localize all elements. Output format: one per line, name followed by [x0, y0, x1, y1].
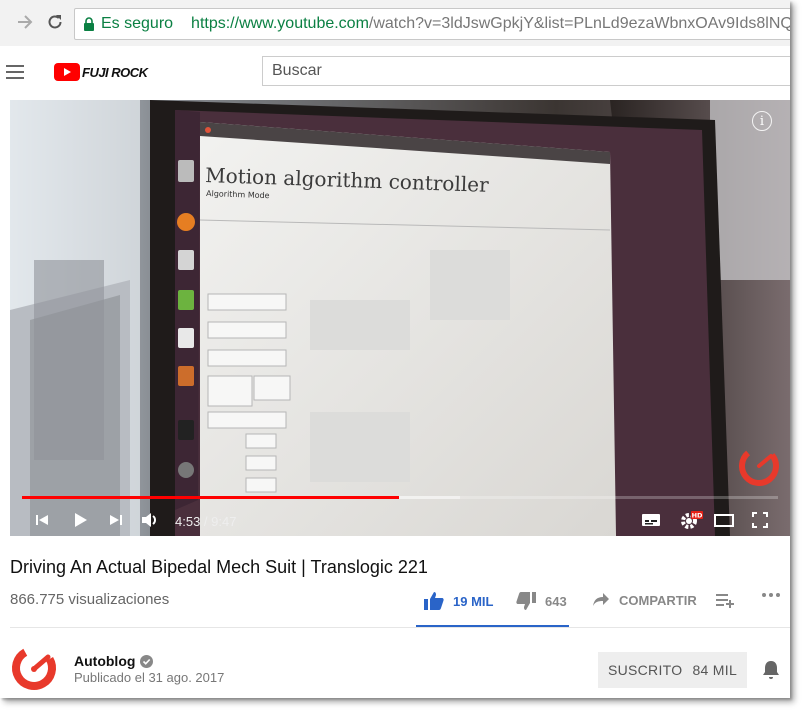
play-logo-icon [54, 63, 80, 81]
autoblog-watermark-icon [739, 446, 779, 486]
dislike-button[interactable]: 643 [516, 592, 567, 610]
more-icon [762, 593, 780, 597]
secure-label: Es seguro [101, 15, 174, 32]
volume-icon[interactable] [138, 508, 162, 532]
logo-text: FUJI ROCK [82, 64, 148, 80]
hamburger-menu-icon[interactable] [6, 65, 24, 79]
play-icon[interactable] [68, 508, 92, 532]
info-icon[interactable]: i [752, 111, 772, 131]
address-bar[interactable]: Es seguro https://www.youtube.com/watch?… [74, 8, 790, 40]
add-to-playlist-icon [716, 594, 734, 608]
channel-name-link[interactable]: Autoblog [74, 653, 154, 669]
share-button[interactable]: COMPARTIR [592, 592, 697, 608]
notification-bell-icon[interactable] [762, 660, 780, 680]
settings-icon[interactable]: HD [678, 508, 704, 532]
add-to-playlist-button[interactable] [716, 592, 736, 608]
share-label: COMPARTIR [619, 592, 697, 608]
thumbs-down-icon [516, 592, 536, 610]
theater-mode-icon[interactable] [712, 508, 736, 532]
progress-bar[interactable] [22, 496, 778, 499]
more-actions-button[interactable] [761, 592, 781, 598]
next-icon[interactable] [106, 508, 126, 532]
url-path: /watch?v=3ldJswGpkjY&list=PLnLd9ezaWbnxO… [368, 15, 790, 32]
browser-toolbar: Es seguro https://www.youtube.com/watch?… [0, 0, 790, 47]
time-display: 4:53 / 9:47 [175, 514, 237, 529]
verified-icon [140, 654, 154, 668]
video-frame: Motion algorithm controller Algorithm Mo… [10, 100, 790, 536]
search-input[interactable]: Buscar [262, 56, 790, 86]
site-logo[interactable]: FUJI ROCK [54, 63, 148, 81]
like-count: 19 MIL [453, 593, 494, 609]
browser-window: Es seguro https://www.youtube.com/watch?… [0, 0, 790, 698]
hd-badge: HD [692, 512, 703, 520]
played-bar [22, 496, 400, 499]
site-header: FUJI ROCK Buscar [0, 46, 790, 100]
subscribe-button[interactable]: SUSCRITO 84 MIL [598, 652, 747, 688]
thumbs-up-icon [424, 592, 444, 610]
subscriber-count: 84 MIL [692, 662, 738, 678]
view-count: 866.775 visualizaciones [10, 591, 170, 608]
like-button[interactable]: 19 MIL [424, 592, 493, 610]
player-controls: 4:53 / 9:47 HD [10, 504, 790, 536]
publish-date: Publicado el 31 ago. 2017 [74, 670, 225, 685]
fullscreen-icon[interactable] [748, 508, 772, 532]
reload-icon[interactable] [44, 11, 66, 33]
dislike-count: 643 [545, 593, 567, 609]
lock-icon [84, 17, 94, 31]
section-divider [10, 627, 790, 628]
subscribe-label: SUSCRITO [607, 662, 683, 678]
channel-avatar[interactable] [10, 644, 58, 692]
channel-name: Autoblog [74, 653, 136, 669]
previous-icon[interactable] [32, 508, 52, 532]
url-host: https://www.youtube.com [191, 15, 369, 32]
share-icon [593, 593, 609, 606]
video-title: Driving An Actual Bipedal Mech Suit | Tr… [10, 557, 428, 577]
secure-indicator[interactable]: Es seguro [75, 15, 173, 33]
subtitles-icon[interactable] [640, 508, 662, 532]
video-player[interactable]: Motion algorithm controller Algorithm Mo… [10, 100, 790, 536]
forward-icon[interactable] [14, 11, 36, 33]
